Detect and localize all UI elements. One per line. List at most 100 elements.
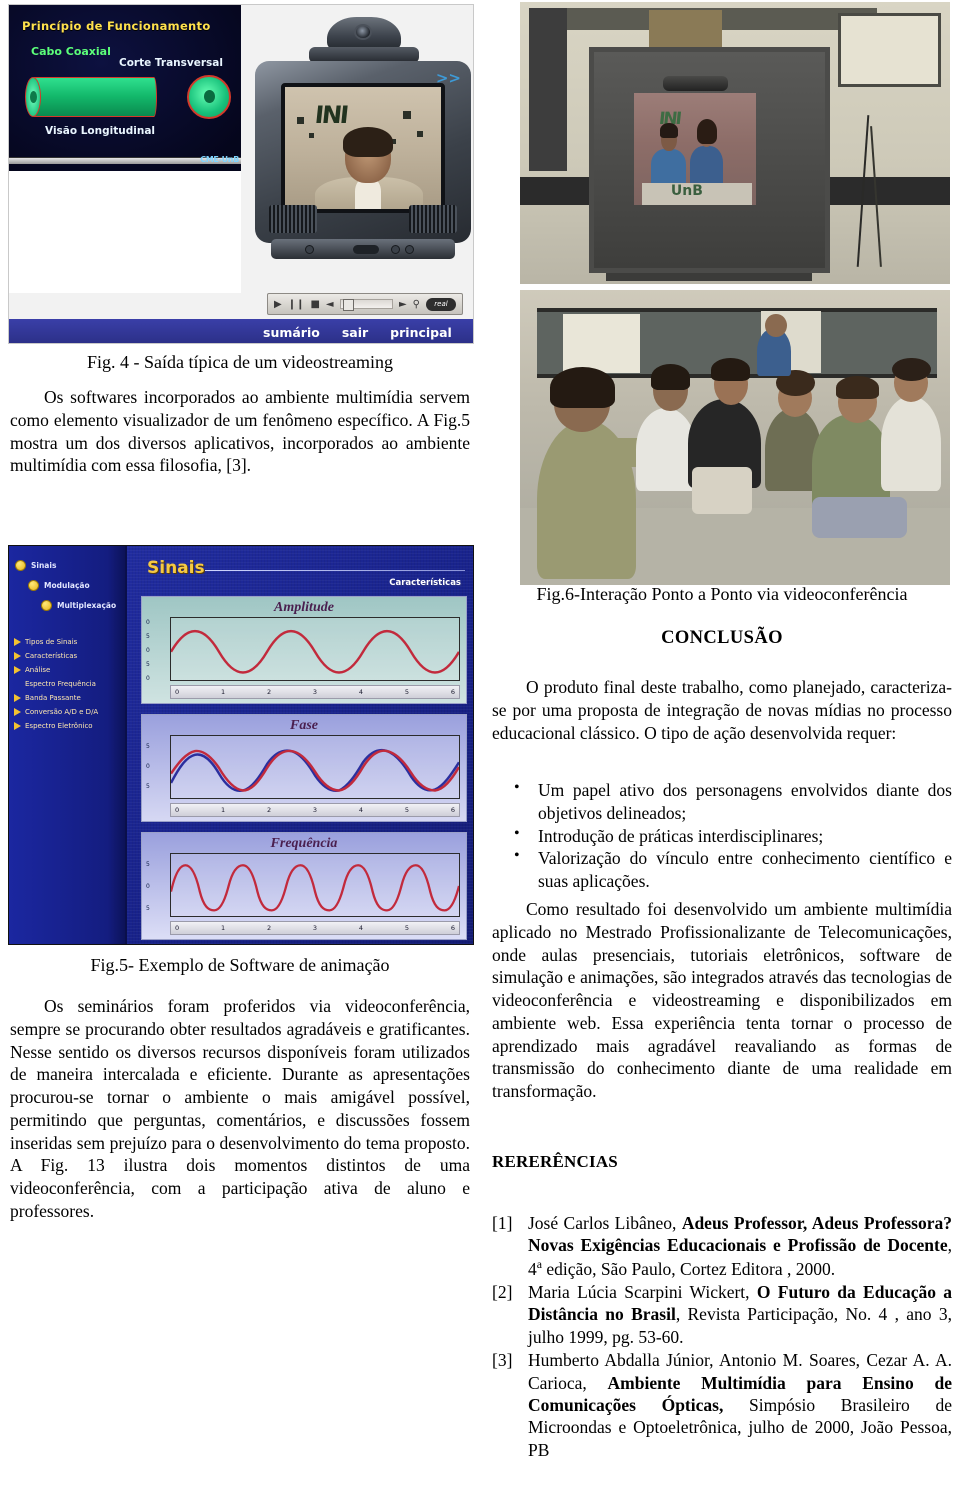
list-item-tipos-de-sinais[interactable]: Tipos de Sinais	[14, 638, 128, 646]
references-heading-block: RERERÊNCIAS	[492, 1152, 952, 1172]
camera-lens-icon	[354, 24, 372, 40]
speaker-hair-shape	[343, 127, 393, 157]
list-item-label: Conversão A/D e D/A	[25, 708, 99, 716]
participant-2-hair	[696, 118, 718, 144]
speaker-shirt-shape	[355, 179, 381, 209]
document-page: Princípio de Funcionamento Cabo Coaxial …	[0, 0, 960, 1504]
pause-button[interactable]: ❙❙	[288, 299, 305, 310]
x-tick: 5	[404, 806, 409, 814]
list-item-caracteristicas[interactable]: Características	[14, 652, 128, 660]
menu-item-sinais[interactable]: Sinais	[15, 560, 127, 571]
list-item-label: Espectro Frequência	[25, 680, 96, 688]
reference-publisher: edição, São Paulo, Cortez Editora , 2000…	[542, 1258, 836, 1279]
decor-square	[297, 117, 304, 124]
list-item-label: Espectro Eletrônico	[25, 722, 93, 730]
figure4-navigation-bar[interactable]: sumário sair principal	[9, 319, 473, 343]
seek-slider[interactable]	[339, 299, 393, 311]
figure-6-caption-block: Fig.6-Interação Ponto a Ponto via videoc…	[492, 584, 952, 606]
media-player-controls[interactable]: ▶ ❙❙ ■ ◄ ► ⚲ real	[267, 293, 463, 315]
menu-item-modulacao[interactable]: Modulação	[15, 580, 127, 591]
fase-waveforms	[171, 748, 459, 793]
previous-button[interactable]: ◄	[326, 299, 334, 310]
frequencia-waveform	[171, 864, 459, 912]
reference-authors: Maria Lúcia Scarpini Wickert,	[528, 1282, 757, 1302]
x-tick: 4	[358, 806, 364, 814]
plot-x-axis: 0 1 2 3 4 5 6	[170, 803, 460, 817]
classroom-audience-photo	[520, 290, 950, 585]
videoconference-screen-photo: INI UnB	[520, 2, 950, 284]
paragraph-4: Como resultado foi desenvolvido um ambie…	[492, 899, 952, 1101]
projection-tv: INI UnB	[588, 47, 830, 273]
conclusion-heading-block: CONCLUSÃO	[492, 628, 952, 649]
decor-square	[417, 131, 423, 137]
reference-tag: [3]	[492, 1350, 513, 1371]
animation-white-area	[9, 171, 241, 293]
paragraph-3-block: O produto final deste trabalho, como pla…	[492, 676, 952, 744]
list-item-analise[interactable]: Análise	[14, 666, 128, 674]
x-tick: 2	[266, 924, 272, 932]
list-item-label: Análise	[25, 666, 51, 674]
list-item-espectro-frequencia[interactable]: Espectro Frequência	[14, 680, 128, 688]
references-list-block: [1] José Carlos Libâneo, Adeus Professor,…	[492, 1212, 952, 1462]
cross-section-core-shape	[204, 90, 215, 103]
figure-4-caption: Fig. 4 - Saída típica de um videostreami…	[87, 352, 393, 372]
left-window-frame	[528, 7, 568, 172]
participant-2-body	[690, 145, 724, 188]
paragraph-2-block: Os seminários foram proferidos via video…	[10, 995, 470, 1223]
arrow-right-icon	[14, 694, 21, 702]
figure-4-videostreaming-screenshot: Princípio de Funcionamento Cabo Coaxial …	[8, 4, 474, 344]
audience-member-hair	[711, 357, 751, 382]
plot-canvas	[170, 853, 460, 917]
list-item-banda-passante[interactable]: Banda Passante	[14, 694, 128, 702]
menu-item-label: Modulação	[44, 581, 90, 590]
next-button[interactable]: ►	[399, 299, 407, 310]
nav-sair-link[interactable]: sair	[342, 325, 368, 340]
x-tick: 3	[312, 806, 318, 814]
list-item-espectro-eletronico[interactable]: Espectro Eletrônico	[14, 722, 128, 730]
reference-tag: [1]	[492, 1213, 513, 1233]
seek-slider-thumb[interactable]	[342, 299, 354, 311]
animation-title: Princípio de Funcionamento	[22, 19, 211, 33]
x-tick: 3	[312, 924, 318, 932]
figure-4-caption-block: Fig. 4 - Saída típica de um videostreami…	[10, 352, 470, 374]
decor-square	[309, 133, 314, 138]
x-tick: 0	[175, 688, 180, 696]
nav-principal-link[interactable]: principal	[390, 325, 452, 340]
nav-sumario-link[interactable]: sumário	[263, 325, 320, 340]
y-tick: 0	[146, 647, 150, 654]
y-tick: 5	[146, 633, 150, 640]
list-item-conversao-ad-da[interactable]: Conversão A/D e D/A	[14, 708, 128, 716]
participant-1-body	[651, 149, 686, 188]
list-item-label: Características	[25, 652, 78, 660]
plot-canvas	[170, 617, 460, 681]
menu-item-multiplexacao[interactable]: Multiplexação	[15, 600, 127, 611]
menu-item-label: Sinais	[31, 561, 57, 570]
list-item-label: Banda Passante	[25, 694, 81, 702]
x-tick: 0	[175, 924, 180, 932]
plot-x-axis: 0 1 2 3 4 5 6	[170, 685, 460, 699]
tv-base-dot-icon	[405, 245, 414, 254]
plot-title: Fase	[290, 718, 318, 733]
y-tick: 0	[146, 763, 150, 770]
figure5-header-title: Sinais	[147, 558, 205, 578]
figure-6-caption: Fig.6-Interação Ponto a Ponto via videoc…	[536, 584, 908, 604]
x-tick: 6	[450, 806, 455, 814]
audience-member-jeans	[812, 496, 907, 538]
amplitude-waveform	[171, 629, 459, 674]
volume-icon[interactable]: ⚲	[413, 299, 420, 310]
figure5-header-rule	[205, 570, 465, 571]
play-button[interactable]: ▶	[274, 299, 282, 310]
plot-fase: Fase 5 0 5 0 1 2 3 4 5 6	[141, 714, 467, 822]
paragraph-1-block: Os softwares incorporados ao ambiente mu…	[10, 386, 470, 477]
conclusion-bullet-list: Um papel ativo dos personagens envolvido…	[492, 778, 952, 893]
audience-member-shorts	[692, 467, 753, 515]
stop-button[interactable]: ■	[310, 299, 319, 310]
bullet-item-2: Introdução de práticas interdisciplinare…	[492, 824, 952, 848]
y-tick: 0	[146, 675, 150, 682]
x-tick: 1	[220, 924, 226, 932]
arrow-right-icon	[14, 638, 21, 646]
figure5-menu-list: Tipos de Sinais Características Análise …	[14, 638, 128, 736]
bullet-item-1: Um papel ativo dos personagens envolvido…	[492, 778, 952, 825]
tv-speaker-right-icon	[409, 205, 457, 233]
x-tick: 6	[450, 924, 455, 932]
